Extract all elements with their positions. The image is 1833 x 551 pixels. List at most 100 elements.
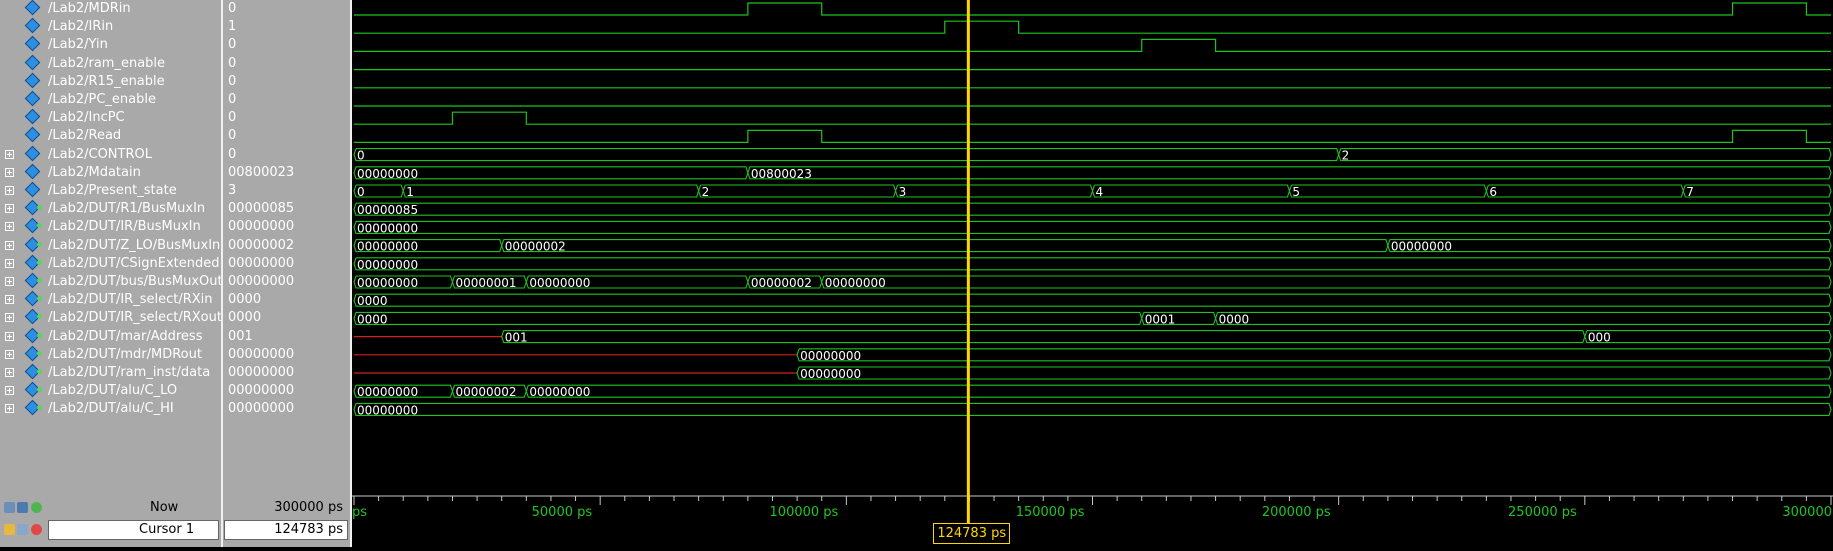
signal-diamond-icon bbox=[24, 72, 41, 89]
bus-value-label: 00000085 bbox=[357, 203, 418, 217]
signal-value: 00000000 bbox=[228, 401, 295, 417]
expand-icon[interactable] bbox=[5, 404, 14, 414]
expand-icon[interactable] bbox=[5, 240, 14, 250]
footer-names: Now Cursor 1 bbox=[0, 495, 221, 547]
bus-segment bbox=[501, 239, 1389, 253]
bus-value-label: 00000000 bbox=[357, 221, 418, 235]
signal-names-pane: /Lab2/MDRin/Lab2/IRin/Lab2/Yin/Lab2/ram_… bbox=[0, 0, 223, 547]
bus-segment bbox=[1682, 184, 1832, 198]
signal-diamond-icon bbox=[24, 108, 41, 125]
bus-value-label: 00000000 bbox=[357, 240, 418, 254]
expand-icon[interactable] bbox=[5, 368, 14, 377]
bus-value-label: 0 bbox=[357, 185, 365, 199]
signal-diamond-icon bbox=[24, 218, 41, 234]
bus-value-label: 0000 bbox=[357, 312, 388, 326]
expand-icon[interactable] bbox=[5, 386, 14, 396]
add-icon[interactable] bbox=[31, 502, 42, 513]
bus-value-label: 6 bbox=[1489, 185, 1497, 199]
expand-icon[interactable] bbox=[5, 277, 14, 286]
timeline-tick-label: 150000 ps bbox=[1016, 505, 1085, 520]
signal-diamond-icon bbox=[24, 163, 41, 180]
signal-values-pane: 0 1 0 0 0 0 0 0 0 00800023 3 00000085 00000000 000000… bbox=[223, 0, 350, 547]
signal-diamond-icon bbox=[24, 36, 41, 52]
expand-icon[interactable] bbox=[5, 313, 14, 323]
bus-value-label: 00000000 bbox=[529, 276, 590, 290]
signal-row[interactable]: /Lab2/DUT/alu/C_HI bbox=[0, 398, 221, 419]
bit-waveform bbox=[354, 111, 1831, 125]
bus-segment bbox=[1091, 184, 1291, 198]
cursor-name-box[interactable]: Cursor 1 bbox=[48, 520, 219, 540]
bus-value-label: 0001 bbox=[1145, 312, 1176, 326]
expand-icon[interactable] bbox=[5, 222, 14, 232]
timeline-tick-label: 250000 ps bbox=[1508, 505, 1577, 520]
expand-icon[interactable] bbox=[5, 204, 14, 214]
timeline-start-label: ps bbox=[352, 505, 367, 520]
bus-segment bbox=[1485, 184, 1684, 198]
lock-icon[interactable] bbox=[4, 524, 15, 535]
bus-segment bbox=[353, 202, 1832, 216]
cursor-value-box[interactable]: 124783 ps bbox=[224, 520, 348, 540]
bit-waveform bbox=[354, 38, 1831, 53]
timeline-tick-label: 100000 ps bbox=[770, 505, 839, 520]
waveform-canvas[interactable]: 0 200000000 008000230 1 2 3 4 5 6 700000085000000… bbox=[352, 0, 1833, 495]
bus-segment bbox=[353, 148, 1340, 162]
monitor-icon[interactable] bbox=[17, 502, 28, 513]
wave-window: /Lab2/MDRin/Lab2/IRin/Lab2/Yin/Lab2/ram_… bbox=[0, 0, 1833, 547]
bus-value-label: 0 bbox=[357, 149, 365, 163]
signal-diamond-icon bbox=[24, 90, 41, 107]
expand-icon[interactable] bbox=[5, 186, 14, 195]
bus-value-label: 2 bbox=[1342, 149, 1350, 163]
now-label: Now bbox=[150, 500, 179, 515]
bus-segment bbox=[525, 384, 1832, 398]
bit-waveform bbox=[354, 2, 1831, 16]
bit-waveform bbox=[354, 20, 1831, 34]
bus-value-label: 00000002 bbox=[455, 385, 516, 399]
signal-diamond-icon bbox=[24, 181, 41, 198]
bit-waveform bbox=[354, 129, 1831, 143]
expand-icon[interactable] bbox=[5, 331, 14, 341]
pencil-icon[interactable] bbox=[17, 524, 28, 535]
bus-value-label: 0000 bbox=[1219, 312, 1250, 326]
expand-icon[interactable] bbox=[5, 149, 14, 159]
bus-value-label: 2 bbox=[702, 185, 710, 199]
bus-segment bbox=[402, 184, 700, 198]
timeline-tick-label: 200000 ps bbox=[1262, 505, 1331, 520]
cursor-value: 124783 ps bbox=[274, 522, 343, 537]
signal-diamond-icon bbox=[24, 0, 41, 16]
bus-value-label: 00000002 bbox=[751, 276, 812, 290]
bus-segment bbox=[1288, 184, 1487, 198]
expand-icon[interactable] bbox=[5, 295, 14, 305]
bus-value-label: 1 bbox=[406, 185, 414, 199]
signal-diamond-icon bbox=[24, 127, 41, 143]
bus-segment bbox=[353, 257, 1832, 271]
remove-icon[interactable] bbox=[31, 524, 42, 535]
signal-diamond-icon bbox=[24, 327, 41, 343]
timeline-tick-label: 300000 bbox=[1782, 505, 1832, 520]
signal-name: /Lab2/DUT/alu/C_HI bbox=[48, 401, 174, 417]
timeline-ruler[interactable]: ps 50000 ps 100000 ps 150000 ps 200000 ps 250… bbox=[352, 495, 1833, 547]
signal-diamond-icon bbox=[24, 54, 41, 70]
bus-value-label: 00000000 bbox=[357, 403, 418, 417]
waveform-pane[interactable]: 0 2 00000000 00800023 0 1 2 3 4 5 6 7 00000085 000000… bbox=[352, 0, 1833, 495]
now-value: 300000 ps bbox=[274, 500, 343, 515]
bus-segment bbox=[796, 366, 1832, 380]
bus-segment bbox=[894, 184, 1094, 198]
footer-values: 300000 ps 124783 ps bbox=[223, 495, 350, 547]
expand-icon[interactable] bbox=[5, 258, 14, 268]
bus-segment bbox=[501, 330, 1586, 344]
bus-segment bbox=[353, 293, 1832, 307]
bus-value-label: 00000000 bbox=[357, 167, 418, 181]
bus-value-label: 00000000 bbox=[357, 276, 418, 290]
signal-diamond-icon bbox=[24, 145, 41, 161]
bus-value-label: 00000000 bbox=[800, 349, 861, 363]
expand-icon[interactable] bbox=[5, 349, 14, 359]
cursor-time-badge[interactable]: 124783 ps bbox=[933, 523, 1011, 544]
bus-segment bbox=[353, 402, 1832, 416]
expand-icon[interactable] bbox=[5, 167, 14, 177]
lock-icon[interactable] bbox=[4, 502, 15, 513]
bus-value-label: 000 bbox=[1588, 331, 1611, 345]
bus-segment bbox=[1215, 311, 1832, 325]
bus-value-label: 00000000 bbox=[357, 258, 418, 272]
bus-segment bbox=[1338, 148, 1832, 162]
timeline-canvas[interactable]: ps 50000 ps 100000 ps 150000 ps 200000 ps 250… bbox=[352, 495, 1833, 547]
